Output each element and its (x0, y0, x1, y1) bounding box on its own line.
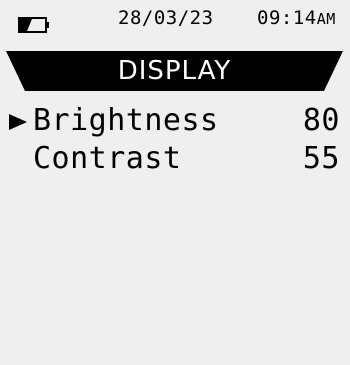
status-time-value: 09:14 (257, 7, 317, 29)
menu-item-brightness[interactable]: Brightness 80 (0, 102, 350, 140)
battery-low-icon (18, 17, 50, 33)
status-time: 09:14AM (257, 6, 336, 31)
menu-item-value: 55 (302, 141, 340, 176)
selector-arrow-icon (9, 114, 27, 130)
page-title-banner: DISPLAY (6, 51, 343, 91)
settings-menu: Brightness 80 Contrast 55 (0, 102, 350, 178)
status-date: 28/03/23 (118, 7, 214, 29)
menu-item-label: Brightness (33, 103, 219, 138)
status-bar: 28/03/23 09:14AM (0, 0, 350, 40)
device-screen: 28/03/23 09:14AM DISPLAY Brightness 80 C… (0, 0, 350, 365)
page-title: DISPLAY (117, 56, 232, 86)
menu-item-contrast[interactable]: Contrast 55 (0, 140, 350, 178)
status-time-ampm: AM (316, 10, 336, 28)
menu-item-label: Contrast (33, 141, 182, 176)
menu-item-value: 80 (302, 103, 340, 138)
